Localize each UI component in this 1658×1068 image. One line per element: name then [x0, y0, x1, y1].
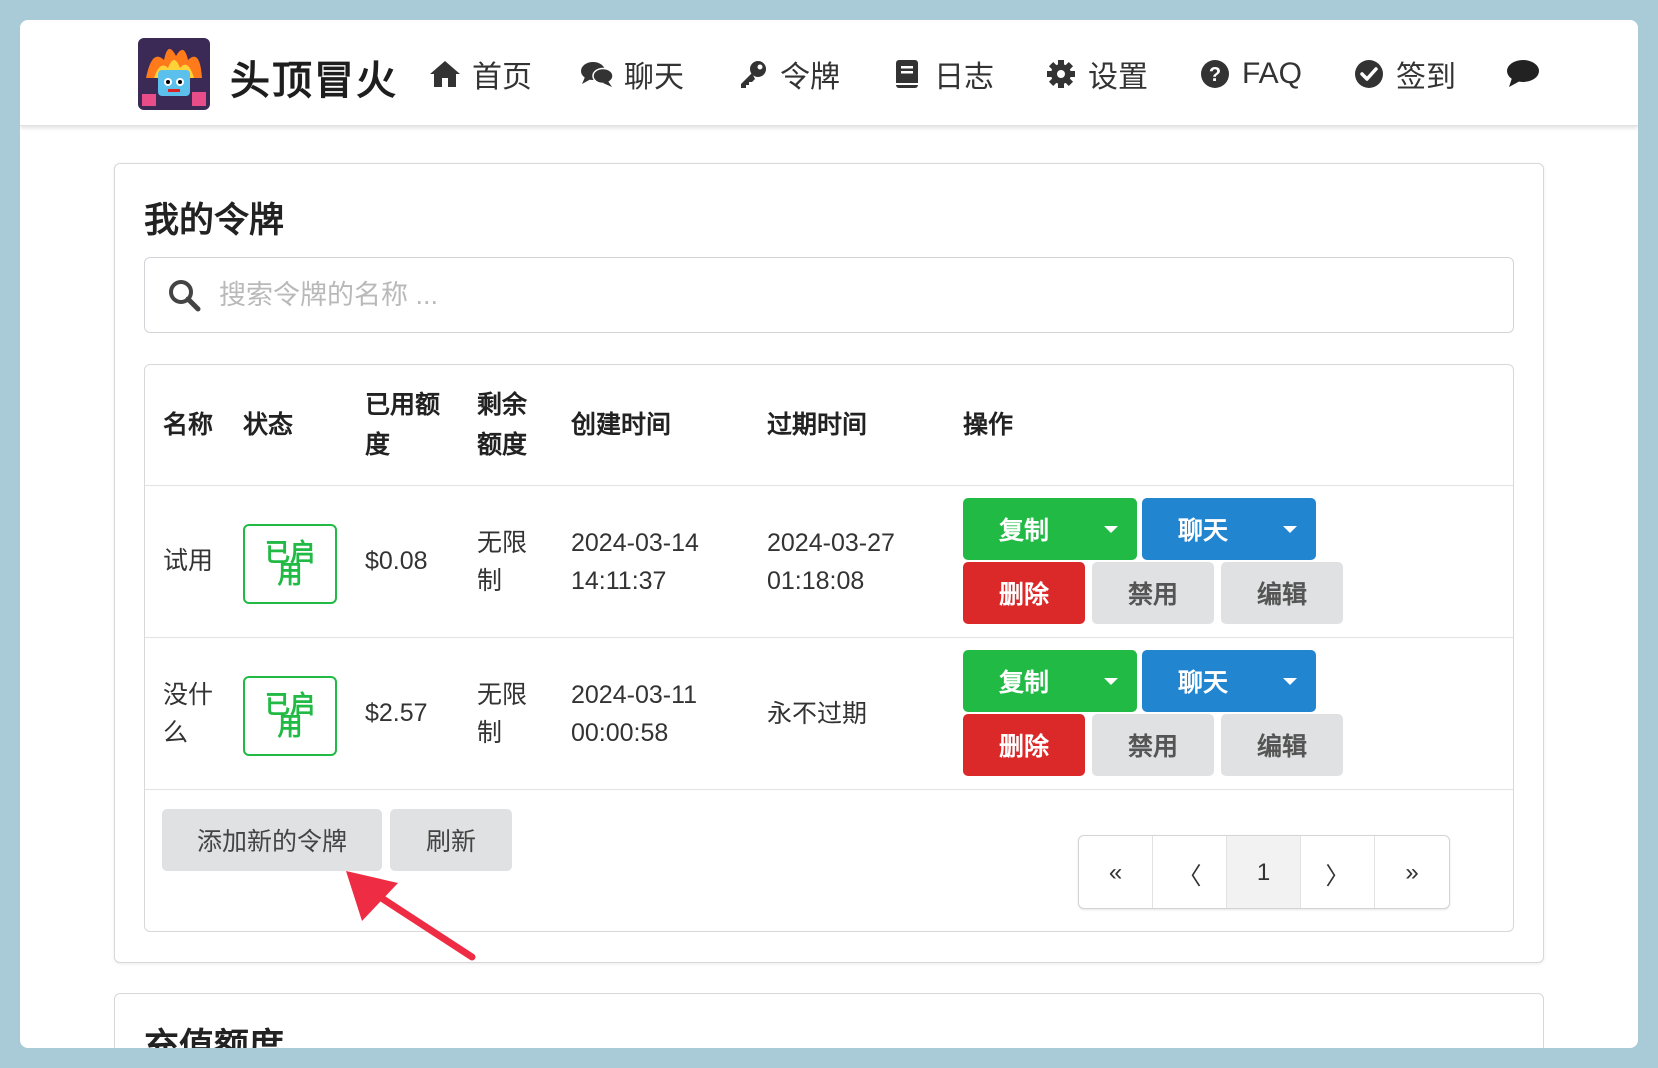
search-icon	[167, 278, 201, 312]
edit-button[interactable]: 编辑	[1221, 714, 1343, 776]
row-divider	[145, 789, 1513, 790]
chat-button-label: 聊天	[1177, 517, 1228, 545]
header-created: 创建时间	[571, 411, 672, 439]
row-divider	[145, 637, 1513, 638]
copy-button-label: 复制	[998, 669, 1049, 697]
header-name: 名称	[163, 411, 214, 439]
nav-settings[interactable]: 设置	[1044, 54, 1148, 94]
status-badge: 已启用	[243, 524, 337, 604]
nav-label: 聊天	[624, 61, 684, 94]
cell-name-line2: 么	[163, 719, 189, 747]
nav-label: 设置	[1088, 61, 1148, 94]
cell-created-time: 00:00:58	[571, 719, 669, 747]
copy-split-button[interactable]: 复制	[963, 650, 1137, 712]
cell-expires-date: 2024-03-27	[767, 529, 895, 557]
book-icon	[890, 57, 924, 91]
card-title: 我的令牌	[144, 201, 285, 240]
disable-button[interactable]: 禁用	[1092, 562, 1214, 624]
nav-chat[interactable]: 聊天	[580, 54, 684, 94]
nav-logs[interactable]: 日志	[890, 54, 994, 94]
cell-created-date: 2024-03-14	[571, 529, 699, 557]
search-input[interactable]	[219, 268, 1499, 322]
brand-title[interactable]: 头顶冒火	[230, 48, 398, 106]
cell-used: $2.57	[365, 699, 428, 727]
refresh-button[interactable]: 刷新	[390, 809, 512, 871]
chat-split-button[interactable]: 聊天	[1142, 650, 1316, 712]
chevron-down-icon[interactable]	[1104, 678, 1118, 685]
page-next-button[interactable]: 〉	[1301, 836, 1375, 908]
header-expires: 过期时间	[767, 411, 868, 439]
nav-label: FAQ	[1242, 57, 1303, 90]
nav-more-chat[interactable]	[1506, 54, 1550, 94]
cell-remain-line1: 无限	[477, 529, 528, 557]
nav-label: 首页	[472, 61, 532, 94]
cell-name-line1: 没什	[163, 681, 214, 709]
copy-split-button[interactable]: 复制	[963, 498, 1137, 560]
tokens-table: 名称 状态 已用额 度 剩余 额度 创建时间 过期时间 操作 试用 已启用 $0…	[144, 364, 1514, 932]
disable-button[interactable]: 禁用	[1092, 714, 1214, 776]
cell-expires: 永不过期	[767, 700, 868, 728]
nav-home[interactable]: 首页	[428, 54, 532, 94]
app-logo[interactable]	[138, 38, 210, 110]
cell-expires-time: 01:18:08	[767, 567, 865, 595]
comments-icon	[580, 57, 614, 91]
nav-label: 日志	[934, 61, 994, 94]
recharge-card: 充值额度	[114, 993, 1544, 1048]
page-last-button[interactable]: »	[1375, 836, 1449, 908]
chat-button-label: 聊天	[1177, 669, 1228, 697]
nav-label: 签到	[1396, 61, 1456, 94]
check-circle-icon	[1352, 57, 1386, 91]
header-actions: 操作	[963, 411, 1014, 439]
header-status: 状态	[243, 411, 294, 439]
svg-text:?: ?	[1209, 64, 1221, 86]
copy-button-label: 复制	[998, 517, 1049, 545]
tokens-card: 我的令牌 名称 状态 已用额 度 剩余 额度 创建时间 过期时间 操作 试用 已…	[114, 163, 1544, 963]
header-remain-line2: 额度	[477, 431, 528, 459]
nav-label: 令牌	[780, 61, 840, 94]
home-icon	[428, 57, 462, 91]
add-token-button[interactable]: 添加新的令牌	[162, 809, 382, 871]
page-prev-button[interactable]: 〈	[1153, 836, 1227, 908]
chevron-down-icon[interactable]	[1283, 526, 1297, 533]
chat-split-button[interactable]: 聊天	[1142, 498, 1316, 560]
cell-remain-line2: 制	[477, 567, 503, 595]
card-title: 充值额度	[144, 1027, 285, 1048]
top-navbar: 头顶冒火 首页 聊天 令牌 日志 设置 ? FAQ 签到	[20, 20, 1638, 126]
nav-tokens[interactable]: 令牌	[736, 54, 840, 94]
cell-used: $0.08	[365, 547, 428, 575]
row-divider	[145, 485, 1513, 486]
delete-button[interactable]: 删除	[963, 562, 1085, 624]
status-badge: 已启用	[243, 676, 337, 756]
header-remain-line1: 剩余	[477, 391, 528, 419]
page-first-button[interactable]: «	[1079, 836, 1153, 908]
key-icon	[736, 57, 770, 91]
header-used-line2: 度	[365, 431, 391, 459]
cell-created-time: 14:11:37	[571, 567, 667, 595]
delete-button[interactable]: 删除	[963, 714, 1085, 776]
gear-icon	[1044, 57, 1078, 91]
header-used-line1: 已用额	[365, 391, 441, 419]
cell-name: 试用	[163, 547, 214, 575]
cell-remain-line1: 无限	[477, 681, 528, 709]
chevron-down-icon[interactable]	[1104, 526, 1118, 533]
edit-button[interactable]: 编辑	[1221, 562, 1343, 624]
cell-created-date: 2024-03-11	[571, 681, 698, 709]
chevron-down-icon[interactable]	[1283, 678, 1297, 685]
app-window: 头顶冒火 首页 聊天 令牌 日志 设置 ? FAQ 签到 我的令牌 搜索令牌的名…	[20, 20, 1638, 1048]
comment-icon	[1506, 57, 1540, 91]
annotation-arrow-icon	[346, 871, 476, 961]
nav-checkin[interactable]: 签到	[1352, 54, 1456, 94]
cell-remain-line2: 制	[477, 719, 503, 747]
question-circle-icon: ?	[1198, 57, 1232, 91]
page-current-button[interactable]: 1	[1227, 836, 1301, 908]
search-box[interactable]	[144, 257, 1514, 333]
pagination: « 〈 1 〉 »	[1078, 835, 1450, 909]
nav-faq[interactable]: ? FAQ	[1198, 54, 1302, 94]
